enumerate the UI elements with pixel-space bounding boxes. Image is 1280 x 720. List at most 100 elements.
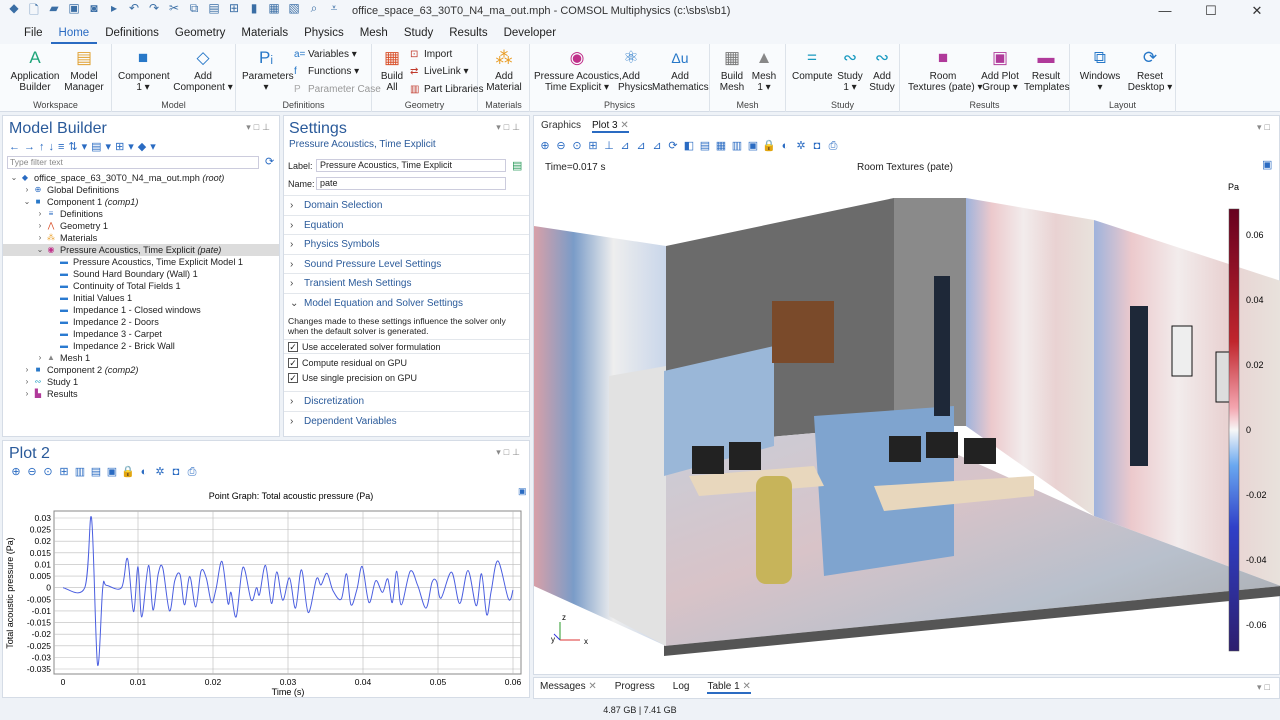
monitor [964,438,996,464]
colorbar [1228,208,1240,652]
chart-title: Point Graph: Total acoustic pressure (Pa… [209,491,373,501]
add-mathematics-button[interactable]: Δu Add Mathematics [652,48,709,93]
add-physics-button[interactable]: ⚛ Add Physics [618,48,652,93]
build-mesh-button[interactable]: ▦ Build Mesh [718,48,746,93]
plot-frame [53,510,522,675]
group-mesh: ▦ Build Mesh ▲ Mesh 1 ▾ Mesh [710,44,786,112]
y-tick-label: 0.005 [30,571,52,581]
wall-picture [1215,351,1231,403]
y-tick-label: -0.025 [27,641,51,651]
close-button[interactable]: ✕ [1234,0,1280,22]
y-tick-label: -0.035 [27,664,51,674]
partition-wall [609,366,666,646]
axis-triad: z y x [551,613,588,646]
build-mesh-icon: ▦ [723,48,741,67]
axis-y-label: y [551,635,555,644]
group-label: Mesh [736,100,759,110]
bookshelf [772,301,834,363]
y-tick-label: -0.03 [32,652,52,662]
colorbar-tick-label: -0.02 [1246,490,1267,500]
add-physics-icon: ⚛ [623,48,639,67]
study-icon: ∾ [842,48,858,67]
tab-messages[interactable]: Messages ✕ [540,681,597,694]
door-2 [934,276,950,416]
tab-label: Messages [540,681,586,692]
axis-x-label: x [584,637,588,646]
monitor [729,442,761,470]
add-mathematics-icon: Δu [671,50,689,66]
mannequin [756,476,792,584]
x-axis-label: Time (s) [272,687,305,697]
x-tick-label: 0 [61,677,66,687]
y-tick-label: -0.015 [27,618,51,628]
tab-log[interactable]: Log [673,681,690,694]
panel-controls[interactable]: ▾□ [1257,682,1273,693]
result-templates-button[interactable]: ▬ Result Templates [1024,48,1070,93]
colorbar-tick-label: 0 [1246,425,1251,435]
mesh-button[interactable]: ▲ Mesh 1 ▾ [750,48,778,93]
x-tick-label: 0.03 [280,677,297,687]
colorbar-tick-label: 0.04 [1246,295,1264,305]
result-templates-icon: ▬ [1037,48,1055,67]
y-tick-label: 0.015 [30,548,52,558]
add-study-icon: ∾ [874,48,890,67]
door [1130,306,1148,466]
colorbar-tick-label: -0.04 [1246,555,1267,565]
group-label: Physics [603,100,635,110]
axis-z-label: z [562,613,566,622]
back-wall-right [894,198,966,426]
y-tick-label: 0.025 [30,525,52,535]
y-tick-label: -0.01 [32,606,52,616]
y-axis-label: Total acoustic pressure (Pa) [5,537,15,649]
room-textures-button[interactable]: ■ Room Textures (pate) ▾ [908,48,983,93]
monitor [889,436,921,462]
graphics-panel: Graphics Plot 3 ✕ ▾□ ⊕ ⊖ ⊙ ⊞ ⊥ ⊿ ⊿ ⊿ ⟳ ◧ ▤ ▦ ▥ ▣ 🔒 ◐ ✲ ◘ ⎙… [533,115,1280,675]
group-label: Layout [1108,100,1137,110]
mesh-icon: ▲ [755,48,773,67]
maximize-button[interactable]: ☐ [1188,0,1234,22]
group-layout: ⧉ Windows ▾ ⟳ Reset Desktop ▾ Layout [1070,44,1176,112]
tab-table-1[interactable]: Table 1 ✕ [707,681,751,694]
wall-picture [1171,325,1193,377]
acoustics-icon: ◉ [569,48,585,67]
tab-progress[interactable]: Progress [615,681,655,694]
windows-button[interactable]: ⧉ Windows ▾ [1078,48,1122,93]
compute-button[interactable]: = Compute [792,48,833,82]
status-bar: 4.87 GB | 7.41 GB [0,700,1280,720]
monitor [692,446,724,474]
reset-desktop-icon: ⟳ [1142,48,1158,67]
add-plot-group-button[interactable]: ▣ Add Plot Group ▾ [980,48,1020,93]
minimize-button[interactable]: — [1142,0,1188,22]
close-tab-icon[interactable]: ✕ [742,681,750,692]
point-graph: Point Graph: Total acoustic pressure (Pa… [5,486,527,697]
compute-icon: = [807,48,817,67]
x-tick-label: 0.01 [130,677,147,687]
add-study-button[interactable]: ∾ Add Study [868,48,896,93]
colorbar-tick-label: 0.02 [1246,360,1264,370]
y-tick-label: -0.005 [27,594,51,604]
y-tick-label: -0.02 [32,629,52,639]
group-label: Study [830,100,854,110]
colorbar-tick-label: 0.06 [1246,230,1264,240]
3d-scene[interactable]: z y x Pa 0.06 0.04 0.02 0 -0.02 -0.04 -0.06 [534,116,1280,676]
pressure-acoustics-button[interactable]: ◉ Pressure Acoustics, Time Explicit ▾ [534,48,622,93]
monitor [926,432,958,458]
plot2-panel: Plot 2 ▾□⊥ ⊕ ⊖ ⊙ ⊞ ▥ ▤ ▣ 🔒 ◐ ✲ ◘ ⎙ Point Graph: Tot… [2,440,530,698]
tab-label: Progress [614,681,655,692]
close-tab-icon[interactable]: ✕ [588,681,596,692]
x-tick-label: 0.02 [205,677,222,687]
group-physics: ◉ Pressure Acoustics, Time Explicit ▾ ⚛ Ad… [530,44,710,112]
y-tick-label: 0.02 [34,536,51,546]
y-tick-label: 0.01 [34,559,51,569]
bottom-tabs: Messages ✕ Progress Log Table 1 ✕ [534,678,1279,694]
memory-usage: 4.87 GB | 7.41 GB [603,705,677,715]
chart-info-icon[interactable]: ▣ [518,486,527,496]
add-plot-group-icon: ▣ [991,48,1009,67]
colorbar-unit: Pa [1228,182,1239,192]
study-button[interactable]: ∾ Study 1 ▾ [836,48,864,93]
group-label: Results [969,100,1000,110]
windows-icon: ⧉ [1093,48,1107,67]
messages-panel: Messages ✕ Progress Log Table 1 ✕ ▾□ [533,677,1280,699]
x-tick-label: 0.05 [430,677,447,687]
reset-desktop-button[interactable]: ⟳ Reset Desktop ▾ [1126,48,1174,93]
